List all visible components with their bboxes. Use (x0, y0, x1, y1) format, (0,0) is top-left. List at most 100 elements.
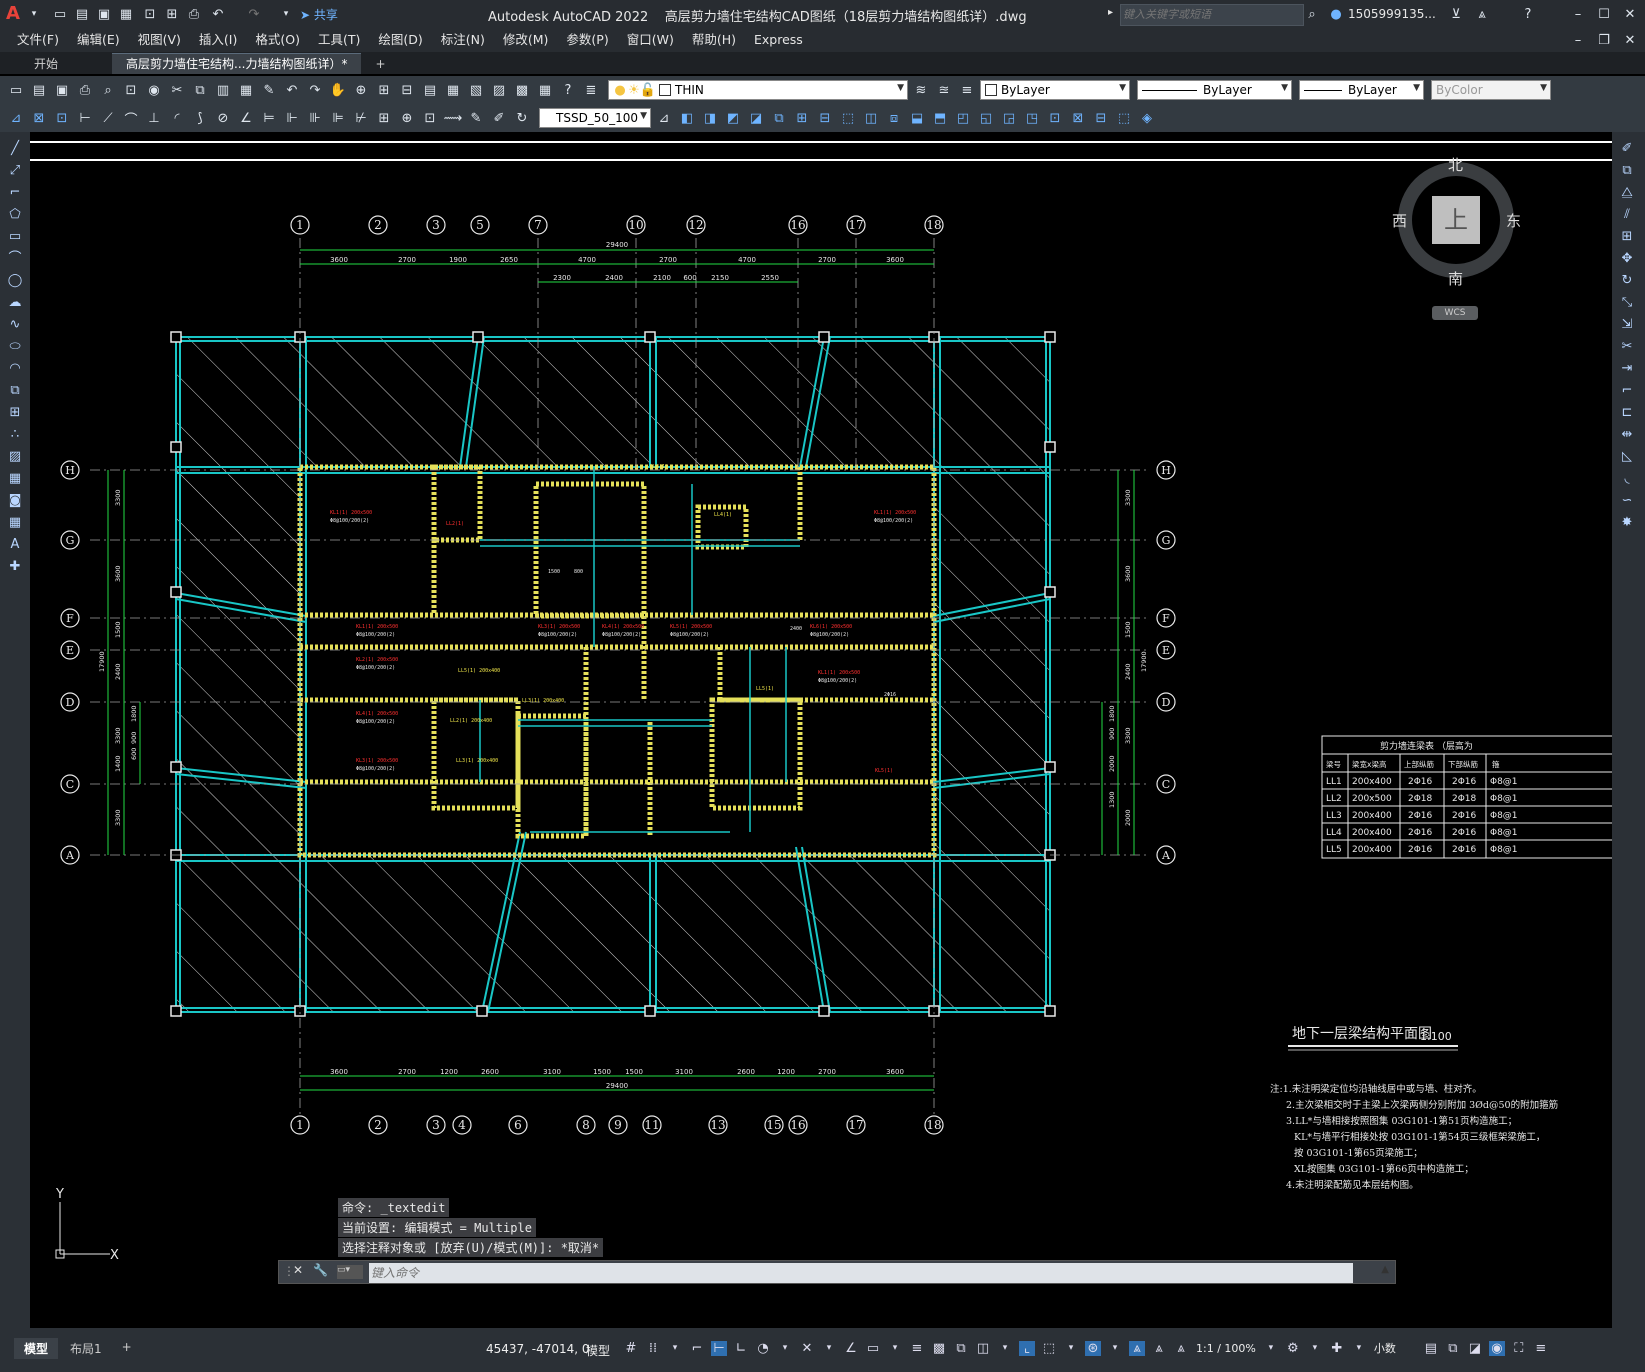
match-properties-icon[interactable]: ✎ (259, 80, 279, 100)
point-icon[interactable]: ∴ (0, 424, 30, 446)
revcloud-icon[interactable]: ☁ (0, 292, 30, 314)
units-dropdown-icon[interactable]: ▾ (1351, 1343, 1367, 1353)
3d-osnap-icon[interactable]: ◫ (975, 1341, 991, 1356)
quick-properties-icon[interactable]: ▤ (1423, 1341, 1439, 1356)
print-preview-icon[interactable]: ⌕ (98, 80, 118, 100)
modify-tool-5-icon[interactable]: ⧉ (769, 108, 789, 128)
graphics-performance-icon[interactable]: ◉ (1488, 1340, 1505, 1356)
menu-modify[interactable]: 修改(M) (494, 28, 558, 52)
gizmo-dropdown-icon[interactable]: ▾ (1107, 1343, 1123, 1353)
quickcalc-icon[interactable]: ▦ (535, 80, 555, 100)
plotstyle-combo[interactable]: ByColor ▼ (1431, 80, 1551, 100)
qnew-icon[interactable]: ▭ (6, 80, 26, 100)
web-open-icon[interactable]: ⊡ (140, 4, 160, 24)
linetype-combo[interactable]: ByLayer ▼ (1137, 80, 1292, 100)
modify-tool-6-icon[interactable]: ⊞ (792, 108, 812, 128)
chamfer-icon[interactable]: ◺ (1612, 446, 1642, 468)
viewcube[interactable]: 上 北 南 西 东 WCS (1376, 152, 1536, 332)
modify-tool-14-icon[interactable]: ◱ (976, 108, 996, 128)
dim-text-edit-icon[interactable]: ✐ (489, 108, 509, 128)
modify-tool-4-icon[interactable]: ◪ (746, 108, 766, 128)
menu-draw[interactable]: 绘图(D) (369, 28, 431, 52)
quick-dim-icon[interactable]: ⊨ (259, 108, 279, 128)
modify-tool-9-icon[interactable]: ◫ (861, 108, 881, 128)
make-current-icon[interactable]: ≋ (911, 80, 931, 100)
tolerance-icon[interactable]: ⊞ (374, 108, 394, 128)
infer-icon[interactable]: ⌐ (689, 1341, 705, 1356)
layer-combo[interactable]: ● ☀ 🔓 THIN ▼ (608, 80, 908, 100)
viewcube-face-top[interactable]: 上 (1432, 196, 1480, 244)
undo-icon[interactable]: ↶ (208, 4, 228, 24)
array-icon[interactable]: ⊞ (1612, 226, 1642, 248)
osnap-icon[interactable]: ▭ (865, 1341, 881, 1356)
ellipse-icon[interactable]: ⬭ (0, 336, 30, 358)
menu-help[interactable]: 帮助(H) (683, 28, 745, 52)
paste-icon[interactable]: ▥ (213, 80, 233, 100)
auto-scale-icon[interactable]: ⩓ (1151, 1341, 1167, 1356)
open-icon[interactable]: ▤ (72, 4, 92, 24)
modify-tool-17-icon[interactable]: ⊡ (1045, 108, 1065, 128)
add-selected-icon[interactable]: ✚ (0, 556, 30, 578)
modify-tool-16-icon[interactable]: ◳ (1022, 108, 1042, 128)
dim-space-icon[interactable]: ⊫ (328, 108, 348, 128)
zoom-window-icon[interactable]: ⊞ (374, 80, 394, 100)
continue-dim-icon[interactable]: ⊪ (305, 108, 325, 128)
menu-express[interactable]: Express (745, 28, 812, 52)
center-mark-icon[interactable]: ⊕ (397, 108, 417, 128)
modify-tool-11-icon[interactable]: ⬓ (907, 108, 927, 128)
coordinates[interactable]: 45437, -47014, 0 (486, 1342, 590, 1356)
command-prompt-icon[interactable]: ▭▾ (337, 1265, 363, 1279)
circle-icon[interactable]: ◯ (0, 270, 30, 292)
annotation-monitor-icon[interactable]: ✚ (1329, 1341, 1345, 1356)
modify-tool-2-icon[interactable]: ◨ (700, 108, 720, 128)
gizmo-icon[interactable]: ⊛ (1085, 1340, 1101, 1356)
selection-filter-dropdown-icon[interactable]: ▾ (1063, 1343, 1079, 1353)
paste-block-icon[interactable]: ▦ (236, 80, 256, 100)
lineweight-combo[interactable]: ByLayer ▼ (1299, 80, 1424, 100)
clean-screen-icon[interactable]: ⛶ (1511, 1341, 1527, 1356)
annotation-visibility-icon[interactable]: ⩓ (1129, 1340, 1145, 1356)
angular-dim-icon[interactable]: ∠ (236, 108, 256, 128)
minimize-icon[interactable]: – (1568, 4, 1588, 24)
isolate-objects-icon[interactable]: ◪ (1467, 1341, 1483, 1356)
layer-state-icon[interactable]: ≡ (957, 80, 977, 100)
baseline-dim-icon[interactable]: ⊩ (282, 108, 302, 128)
annotation-scale-icon[interactable]: ⩓ (1173, 1341, 1189, 1356)
modify-tool-18-icon[interactable]: ⊠ (1068, 108, 1088, 128)
otrack-icon[interactable]: ∠ (843, 1341, 859, 1356)
isodraft-icon[interactable]: ✕ (799, 1341, 815, 1356)
menu-dimension[interactable]: 标注(N) (432, 28, 494, 52)
app-menu-chevron-icon[interactable]: ▾ (24, 4, 44, 24)
maximize-icon[interactable]: ☐ (1594, 4, 1614, 24)
menu-view[interactable]: 视图(V) (129, 28, 190, 52)
lock-ui-icon[interactable]: ⧉ (1445, 1341, 1461, 1356)
qsave-icon[interactable]: ▣ (52, 80, 72, 100)
blend-icon[interactable]: ∽ (1612, 490, 1642, 512)
redo-icon[interactable]: ↷ (244, 4, 264, 24)
search-input[interactable] (1120, 4, 1304, 26)
dynamic-input-icon[interactable]: ⊢ (711, 1340, 727, 1356)
dim-style-manager-icon[interactable]: ⊿ (654, 108, 674, 128)
redo-tb-icon[interactable]: ↷ (305, 80, 325, 100)
zoom-previous-icon[interactable]: ⊟ (397, 80, 417, 100)
model-space-toggle[interactable]: 模型 (586, 1342, 610, 1359)
explode-icon[interactable]: ✸ (1612, 512, 1642, 534)
aligned-dim-icon[interactable]: ⟋ (98, 108, 118, 128)
selection-cycling-icon[interactable]: ⧉ (953, 1341, 969, 1356)
search-icon[interactable]: ⌕ (1302, 4, 1322, 24)
osnap-dropdown-icon[interactable]: ▾ (887, 1343, 903, 1353)
snap-dropdown-icon[interactable]: ▾ (667, 1343, 683, 1353)
arc-icon[interactable]: ⌒ (0, 248, 30, 270)
dim-update-icon[interactable]: ↻ (512, 108, 532, 128)
radius-dim-icon[interactable]: ◜ (167, 108, 187, 128)
3d-dwf-icon[interactable]: ◉ (144, 80, 164, 100)
ortho-icon[interactable]: ∟ (733, 1341, 749, 1356)
new-icon[interactable]: ▭ (50, 4, 70, 24)
rectangle-icon[interactable]: ▭ (0, 226, 30, 248)
units-value[interactable]: 小数 (1374, 1340, 1396, 1356)
drawing-canvas[interactable]: KL1(1) 200x500 LL2(1) KL1(1) 200x500 KL2… (30, 132, 1612, 1328)
autocad-logo-icon[interactable]: A (6, 3, 20, 24)
move-icon[interactable]: ✥ (1612, 248, 1642, 270)
workspace-dropdown-icon[interactable]: ▾ (1307, 1343, 1323, 1353)
polyline-icon[interactable]: ⌐ (0, 182, 30, 204)
